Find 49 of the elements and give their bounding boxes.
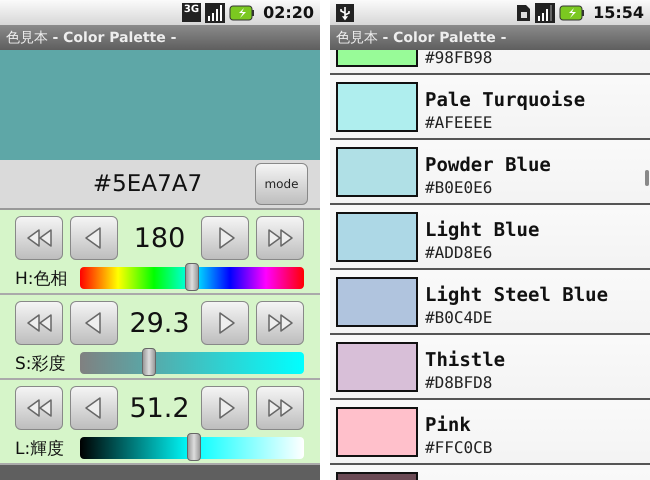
increase-button[interactable] [201, 301, 249, 345]
color-name: Pale Turquoise [425, 89, 586, 111]
signal-icon [205, 2, 226, 22]
color-name: Light Blue [425, 219, 540, 241]
color-list-item[interactable]: #98FB98 [330, 50, 650, 75]
fast-increase-button[interactable] [256, 386, 304, 430]
color-hex: #B0E0E6 [425, 178, 494, 197]
mode-button[interactable]: mode [255, 163, 308, 205]
fast-decrease-button[interactable] [15, 386, 63, 430]
color-hex: #ADD8E6 [425, 243, 494, 262]
app-title: 色見本 - Color Palette - [336, 28, 506, 46]
battery-icon [559, 4, 586, 20]
channel-value: 29.3 [128, 308, 191, 338]
sd-card-icon [515, 4, 532, 22]
color-hex: #B0C4DE [425, 308, 494, 327]
channel-value: 51.2 [128, 392, 191, 424]
fast-decrease-button[interactable] [15, 216, 63, 260]
decrease-button[interactable] [70, 301, 118, 345]
scrollbar[interactable] [645, 170, 649, 186]
app-title: 色見本 - Color Palette - [6, 28, 176, 46]
fast-increase-button[interactable] [256, 301, 304, 345]
increase-button[interactable] [201, 386, 249, 430]
fast-decrease-button[interactable] [15, 301, 63, 345]
slider-thumb[interactable] [142, 348, 156, 376]
color-hex: #FFC0CB [425, 438, 492, 457]
color-hex: #98FB98 [425, 50, 492, 67]
usb-icon [336, 4, 354, 22]
color-hex: #D8BFD8 [425, 373, 494, 392]
color-hex: #AFEEEE [425, 113, 494, 132]
slider-thumb[interactable] [187, 433, 202, 461]
signal-icon [535, 2, 556, 22]
increase-button[interactable] [201, 216, 249, 260]
color-name: Powder Blue [425, 154, 551, 176]
slider-thumb[interactable] [185, 263, 199, 291]
network-type-icon: 3G [182, 3, 202, 22]
color-name: Pink [425, 414, 472, 436]
color-name: Light Steel Blue [425, 284, 608, 306]
channel-label: H:色相 [15, 268, 69, 290]
battery-icon [229, 4, 256, 20]
clock-time: 15:54 [593, 3, 644, 22]
color-name: Thistle [425, 349, 506, 371]
clock-time: 02:20 [263, 3, 314, 22]
channel-label: L:輝度 [15, 438, 66, 460]
channel-label: S:彩度 [15, 352, 67, 374]
decrease-button[interactable] [70, 216, 118, 260]
hex-code: #5EA7A7 [92, 171, 204, 197]
channel-value: 180 [132, 222, 186, 254]
fast-increase-button[interactable] [256, 216, 304, 260]
decrease-button[interactable] [70, 386, 118, 430]
